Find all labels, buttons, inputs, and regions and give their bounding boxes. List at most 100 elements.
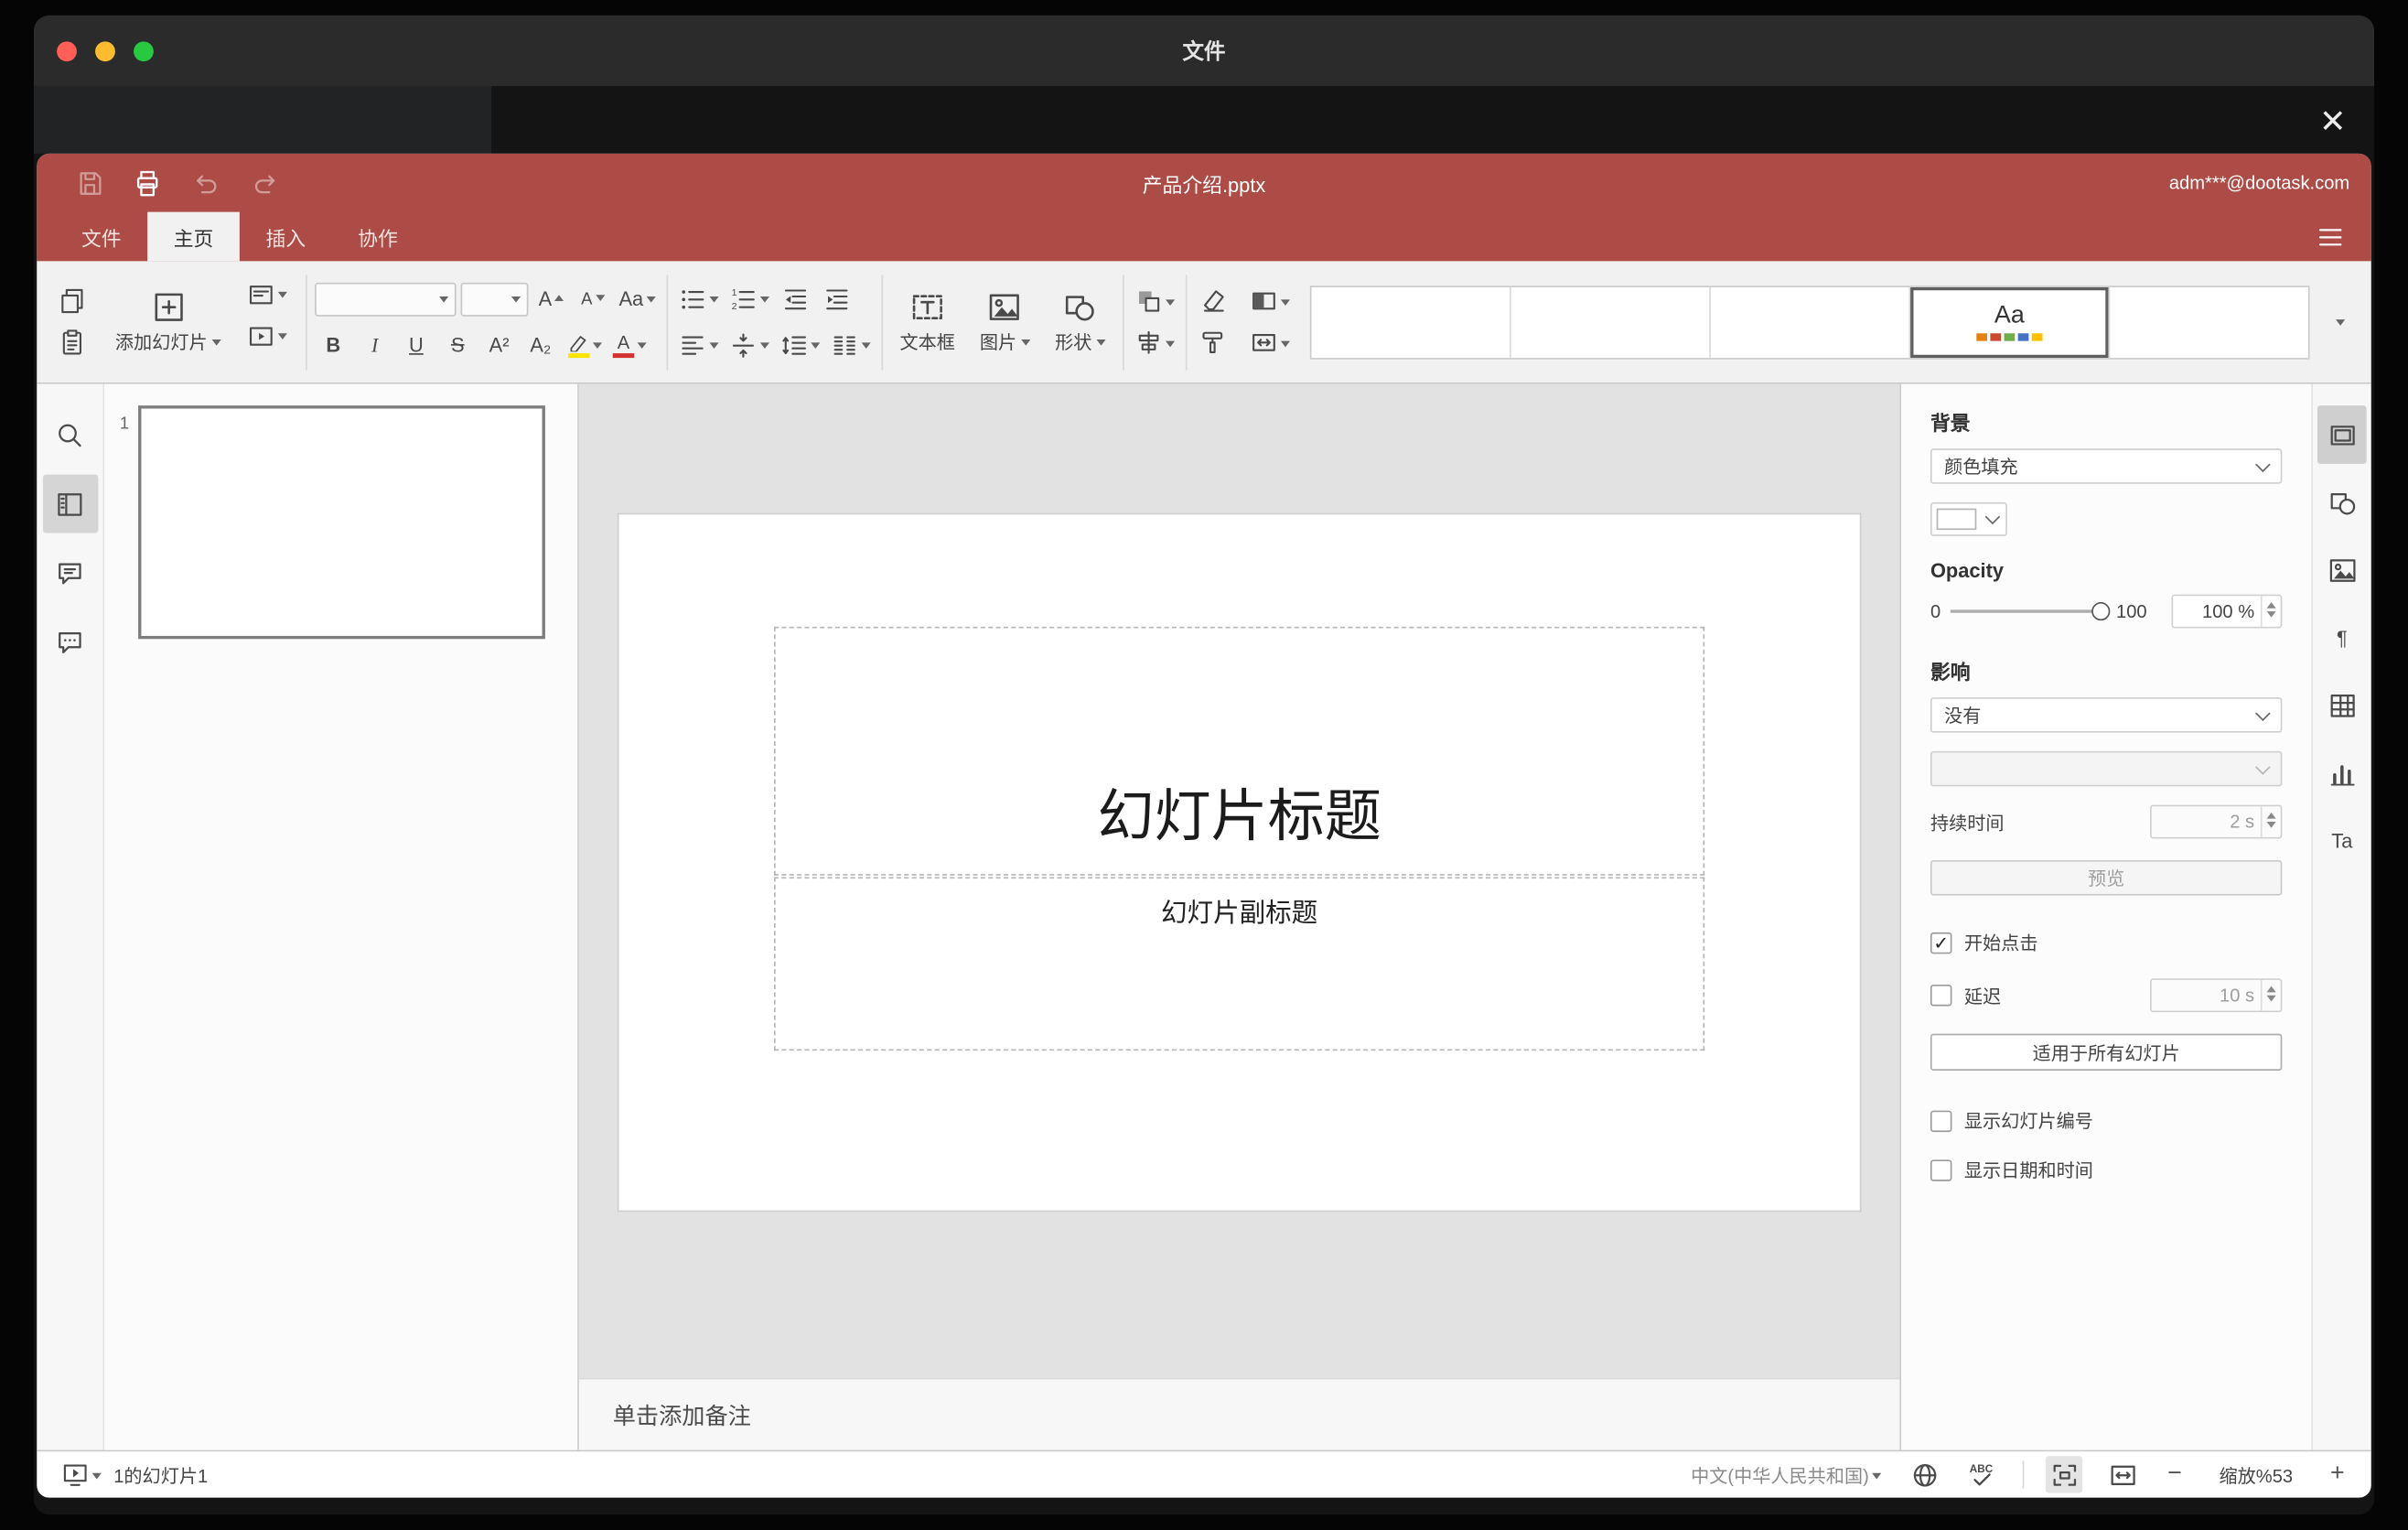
- zoom-level: 缩放%53: [2219, 1464, 2294, 1487]
- spinner-arrows[interactable]: [2260, 979, 2281, 1011]
- tab-collaboration[interactable]: 协作: [332, 212, 425, 262]
- slide-canvas[interactable]: 幻灯片标题 幻灯片副标题: [578, 383, 1900, 1378]
- italic-button[interactable]: I: [356, 327, 392, 363]
- subscript-button[interactable]: A₂: [522, 327, 559, 363]
- opacity-slider[interactable]: [1950, 601, 2111, 621]
- theme-option-3[interactable]: [1711, 286, 1911, 358]
- decrease-font-button[interactable]: A: [575, 280, 611, 317]
- superscript-button[interactable]: A²: [480, 327, 517, 363]
- table-settings-icon[interactable]: [2317, 676, 2367, 735]
- chat-icon[interactable]: [42, 613, 97, 672]
- slides-panel-icon[interactable]: [42, 474, 98, 533]
- spinner-arrows[interactable]: [2260, 806, 2281, 837]
- clear-style-button[interactable]: [1195, 283, 1231, 319]
- tab-home[interactable]: 主页: [147, 211, 240, 262]
- increase-font-button[interactable]: A: [532, 280, 569, 317]
- subtitle-placeholder[interactable]: 幻灯片副标题: [773, 877, 1705, 1051]
- add-slide-button[interactable]: 添加幻灯片: [106, 275, 231, 368]
- language-select[interactable]: 中文(中华人民共和国): [1688, 1456, 1885, 1492]
- underline-button[interactable]: U: [398, 327, 435, 363]
- spinner-arrows[interactable]: [2260, 596, 2281, 627]
- highlight-color-button[interactable]: [564, 327, 605, 363]
- slide-layout-button[interactable]: [244, 275, 290, 312]
- font-name-combo[interactable]: [315, 282, 457, 316]
- decrease-indent-button[interactable]: [777, 280, 813, 317]
- spellcheck-icon[interactable]: ABC: [1964, 1456, 2001, 1492]
- transition-select[interactable]: 没有: [1930, 697, 2283, 733]
- slide-size-button[interactable]: [1247, 324, 1293, 361]
- comments-icon[interactable]: [42, 544, 97, 602]
- redo-button[interactable]: [246, 165, 283, 201]
- show-slide-number-checkbox[interactable]: [1930, 1109, 1952, 1132]
- set-language-icon[interactable]: [1906, 1456, 1942, 1492]
- search-icon[interactable]: [42, 405, 97, 464]
- line-spacing-button[interactable]: [777, 327, 822, 363]
- menu-icon[interactable]: [2310, 218, 2350, 254]
- align-shape-button[interactable]: [1132, 324, 1177, 361]
- tab-insert[interactable]: 插入: [240, 212, 332, 262]
- color-scheme-button[interactable]: [1247, 283, 1293, 319]
- paste-button[interactable]: [54, 324, 91, 361]
- preview-button[interactable]: 预览: [1930, 859, 2283, 896]
- theme-option-5[interactable]: [2110, 286, 2308, 357]
- delay-checkbox[interactable]: [1930, 984, 1952, 1007]
- fit-slide-button[interactable]: [2045, 1456, 2083, 1493]
- chevron-down-icon: [592, 342, 603, 353]
- insert-textbox-button[interactable]: 文本框: [890, 275, 964, 368]
- duration-input[interactable]: 2 s: [2149, 804, 2283, 839]
- copy-button[interactable]: [54, 283, 91, 319]
- fit-width-button[interactable]: [2104, 1456, 2141, 1492]
- undo-button[interactable]: [188, 165, 224, 201]
- paragraph-settings-icon[interactable]: ¶: [2317, 609, 2367, 667]
- chart-settings-icon[interactable]: [2317, 743, 2367, 802]
- insert-shape-button[interactable]: 形状: [1046, 275, 1115, 368]
- strikethrough-button[interactable]: S: [439, 327, 476, 363]
- slide-settings-icon[interactable]: [2317, 405, 2367, 464]
- minimize-window-button[interactable]: [95, 40, 115, 61]
- horizontal-align-button[interactable]: [675, 327, 721, 363]
- change-case-button[interactable]: Aa: [616, 280, 659, 317]
- close-window-button[interactable]: [57, 40, 77, 61]
- start-slideshow-status-button[interactable]: [59, 1456, 104, 1492]
- numbered-list-button[interactable]: 12: [726, 280, 772, 317]
- theme-gallery-expand-button[interactable]: [2319, 285, 2362, 359]
- fill-type-select[interactable]: 颜色填充: [1930, 448, 2283, 484]
- start-on-click-checkbox[interactable]: ✓: [1930, 932, 1952, 954]
- copy-style-button[interactable]: [1195, 324, 1231, 361]
- theme-option-selected[interactable]: Aa: [1910, 286, 2111, 358]
- slide[interactable]: 幻灯片标题 幻灯片副标题: [618, 514, 1860, 1211]
- theme-option-2[interactable]: [1511, 286, 1711, 358]
- right-icon-sidebar: ¶ Ta: [2311, 383, 2371, 1450]
- bold-button[interactable]: B: [315, 327, 351, 363]
- zoom-out-button[interactable]: −: [2162, 1460, 2187, 1488]
- save-button[interactable]: [70, 165, 107, 201]
- arrange-shape-button[interactable]: [1132, 283, 1177, 319]
- theme-option-1[interactable]: [1311, 286, 1511, 358]
- textart-settings-icon[interactable]: Ta: [2317, 811, 2367, 869]
- close-icon[interactable]: ✕: [2310, 98, 2356, 144]
- vertical-align-button[interactable]: [726, 327, 772, 363]
- image-settings-icon[interactable]: [2317, 541, 2367, 599]
- apply-to-all-slides-button[interactable]: 适用于所有幻灯片: [1930, 1033, 2283, 1071]
- increase-indent-button[interactable]: [819, 280, 855, 317]
- start-slideshow-button[interactable]: [244, 318, 290, 354]
- print-button[interactable]: [129, 165, 166, 201]
- font-color-button[interactable]: A: [609, 327, 650, 363]
- delay-input[interactable]: 10 s: [2149, 978, 2283, 1013]
- zoom-in-button[interactable]: +: [2325, 1460, 2349, 1488]
- notes-area[interactable]: 单击添加备注: [578, 1377, 1900, 1450]
- slider-thumb[interactable]: [2091, 601, 2111, 621]
- transition-variant-select[interactable]: [1930, 750, 2283, 787]
- show-date-checkbox[interactable]: [1930, 1158, 1952, 1180]
- fill-color-select[interactable]: [1930, 501, 2007, 536]
- font-size-combo[interactable]: [460, 282, 529, 316]
- bullet-list-button[interactable]: [675, 280, 721, 317]
- zoom-window-button[interactable]: [134, 40, 154, 61]
- columns-button[interactable]: [828, 327, 874, 363]
- slide-thumbnail[interactable]: [138, 405, 545, 640]
- insert-image-button[interactable]: 图片: [971, 275, 1040, 368]
- shape-settings-icon[interactable]: [2317, 473, 2367, 532]
- tab-file[interactable]: 文件: [55, 212, 147, 262]
- opacity-input[interactable]: 100 %: [2171, 594, 2283, 629]
- title-placeholder[interactable]: 幻灯片标题: [773, 626, 1705, 876]
